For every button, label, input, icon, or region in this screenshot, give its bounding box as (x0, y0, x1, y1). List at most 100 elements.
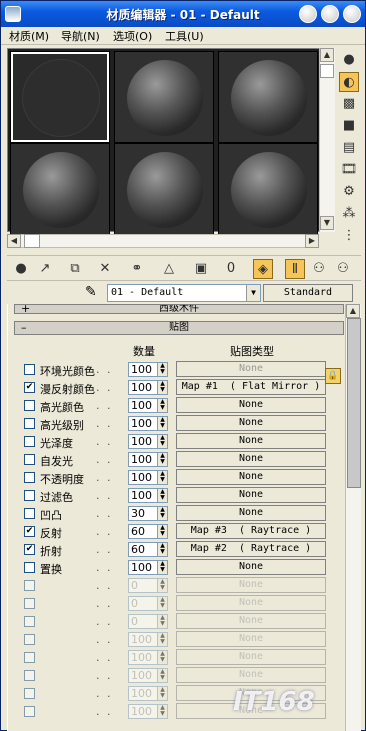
map-slot-button[interactable]: None (176, 415, 326, 431)
amount-spinner[interactable]: 100 ▲ ▼ (128, 452, 168, 467)
options-icon[interactable]: ⚙ (339, 182, 359, 202)
map-enable-checkbox[interactable] (24, 562, 35, 573)
amount-spinner[interactable]: 100 ▲ ▼ (128, 668, 168, 683)
map-slot-button[interactable]: None (176, 577, 326, 593)
material-name-field[interactable]: 01 - Default ▼ (107, 284, 261, 302)
select-by-material-icon[interactable]: ⁂ (339, 204, 359, 224)
go-to-parent-icon[interactable]: Ⅱ (285, 259, 305, 279)
map-enable-checkbox[interactable] (24, 616, 35, 627)
scroll-up-icon[interactable]: ▲ (346, 304, 360, 318)
panel-scroll-thumb[interactable] (347, 318, 361, 488)
spinner-arrows-icon[interactable]: ▲ ▼ (157, 615, 167, 628)
amount-spinner[interactable]: 100 ▲ ▼ (128, 362, 168, 377)
map-slot-button[interactable]: None (176, 361, 326, 377)
amount-spinner[interactable]: 0 ▲ ▼ (128, 578, 168, 593)
amount-spinner[interactable]: 0 ▲ ▼ (128, 614, 168, 629)
go-forward-to-sibling-icon[interactable]: ⚇ (309, 259, 329, 279)
map-enable-checkbox[interactable] (24, 508, 35, 519)
map-slot-button[interactable]: None (176, 469, 326, 485)
chevron-down-icon[interactable]: ▼ (246, 285, 260, 301)
close-button[interactable] (343, 5, 361, 23)
map-enable-checkbox[interactable]: ✔ (24, 382, 35, 393)
panel-scrollbar[interactable]: ▲ (345, 304, 361, 731)
amount-spinner[interactable]: 100 ▲ ▼ (128, 686, 168, 701)
spinner-arrows-icon[interactable]: ▲ ▼ (157, 651, 167, 664)
scroll-thumb[interactable] (320, 64, 334, 78)
scroll-up-icon[interactable]: ▲ (320, 48, 334, 62)
spinner-arrows-icon[interactable]: ▲ ▼ (157, 633, 167, 646)
menu-options[interactable]: 选项(O) (113, 28, 152, 44)
material-effects-channel-icon[interactable]: ▣ (191, 259, 211, 279)
make-unique-icon[interactable]: ⚭ (127, 259, 147, 279)
get-material-icon[interactable]: ● (11, 259, 31, 279)
spinner-arrows-icon[interactable]: ▲ ▼ (157, 489, 167, 502)
spinner-arrows-icon[interactable]: ▲ ▼ (157, 381, 167, 394)
sample-slot-4[interactable] (10, 143, 110, 235)
eyedropper-icon[interactable]: ✎ (85, 284, 97, 300)
background-checker-icon[interactable]: ▩ (339, 94, 359, 114)
h-scroll-thumb[interactable] (24, 234, 40, 248)
minimize-button[interactable] (299, 5, 317, 23)
spinner-arrows-icon[interactable]: ▲ ▼ (157, 561, 167, 574)
spinner-arrows-icon[interactable]: ▲ ▼ (157, 435, 167, 448)
map-slot-button[interactable]: None (176, 397, 326, 413)
sample-slot-1[interactable] (10, 51, 110, 143)
lock-icon[interactable]: 🔒 (325, 368, 341, 384)
map-slot-button[interactable]: Map #2 ( Raytrace ) (176, 541, 326, 557)
map-slot-button[interactable]: None (176, 487, 326, 503)
amount-spinner[interactable]: 100 ▲ ▼ (128, 650, 168, 665)
amount-spinner[interactable]: 100 ▲ ▼ (128, 380, 168, 395)
make-preview-icon[interactable]: 🎞 (339, 160, 359, 180)
assign-to-selection-icon[interactable]: ⧉ (65, 259, 85, 279)
rollout-maps[interactable]: – 贴图 (14, 321, 344, 335)
material-map-navigator-icon[interactable]: ⋮ (339, 226, 359, 246)
sample-uv-tiling-icon[interactable]: ■ (339, 116, 359, 136)
scroll-down-icon[interactable]: ▼ (320, 216, 334, 230)
menu-utilities[interactable]: 工具(U) (165, 28, 204, 44)
map-enable-checkbox[interactable] (24, 652, 35, 663)
map-enable-checkbox[interactable] (24, 418, 35, 429)
amount-spinner[interactable]: 100 ▲ ▼ (128, 488, 168, 503)
map-enable-checkbox[interactable] (24, 688, 35, 699)
title-bar[interactable]: 材质编辑器 - 01 - Default (1, 1, 365, 27)
sample-type-sphere-icon[interactable]: ● (339, 50, 359, 70)
spinner-arrows-icon[interactable]: ▲ ▼ (157, 399, 167, 412)
menu-navigation[interactable]: 导航(N) (61, 28, 100, 44)
map-enable-checkbox[interactable] (24, 706, 35, 717)
amount-spinner[interactable]: 60 ▲ ▼ (128, 524, 168, 539)
scroll-right-icon[interactable]: ▶ (305, 234, 319, 248)
slots-vertical-scrollbar[interactable]: ▲ ▼ (319, 48, 335, 232)
map-enable-checkbox[interactable]: ✔ (24, 526, 35, 537)
sample-slot-2[interactable] (114, 51, 214, 143)
spinner-arrows-icon[interactable]: ▲ ▼ (157, 417, 167, 430)
sample-slot-5[interactable] (114, 143, 214, 235)
amount-spinner[interactable]: 100 ▲ ▼ (128, 398, 168, 413)
map-enable-checkbox[interactable] (24, 436, 35, 447)
map-enable-checkbox[interactable] (24, 670, 35, 681)
video-color-check-icon[interactable]: ▤ (339, 138, 359, 158)
put-to-library-icon[interactable]: △ (159, 259, 179, 279)
spinner-arrows-icon[interactable]: ▲ ▼ (157, 525, 167, 538)
spinner-arrows-icon[interactable]: ▲ ▼ (157, 579, 167, 592)
map-enable-checkbox[interactable] (24, 472, 35, 483)
spinner-arrows-icon[interactable]: ▲ ▼ (157, 507, 167, 520)
amount-spinner[interactable]: 30 ▲ ▼ (128, 506, 168, 521)
amount-spinner[interactable]: 100 ▲ ▼ (128, 470, 168, 485)
map-enable-checkbox[interactable]: ✔ (24, 544, 35, 555)
show-map-in-viewport-icon[interactable]: 0 (221, 259, 241, 279)
map-slot-button[interactable]: None (176, 433, 326, 449)
spinner-arrows-icon[interactable]: ▲ ▼ (157, 363, 167, 376)
map-slot-button[interactable]: None (176, 649, 326, 665)
spinner-arrows-icon[interactable]: ▲ ▼ (157, 453, 167, 466)
map-slot-button[interactable]: None (176, 595, 326, 611)
reset-map-icon[interactable]: ✕ (95, 259, 115, 279)
map-slot-button[interactable]: Map #3 ( Raytrace ) (176, 523, 326, 539)
scroll-left-icon[interactable]: ◀ (7, 234, 21, 248)
map-enable-checkbox[interactable] (24, 454, 35, 465)
spinner-arrows-icon[interactable]: ▲ ▼ (157, 705, 167, 718)
spinner-arrows-icon[interactable]: ▲ ▼ (157, 687, 167, 700)
show-end-result-icon[interactable]: ◈ (253, 259, 273, 279)
map-enable-checkbox[interactable] (24, 400, 35, 411)
sample-slot-6[interactable] (218, 143, 318, 235)
map-slot-button[interactable]: None (176, 451, 326, 467)
